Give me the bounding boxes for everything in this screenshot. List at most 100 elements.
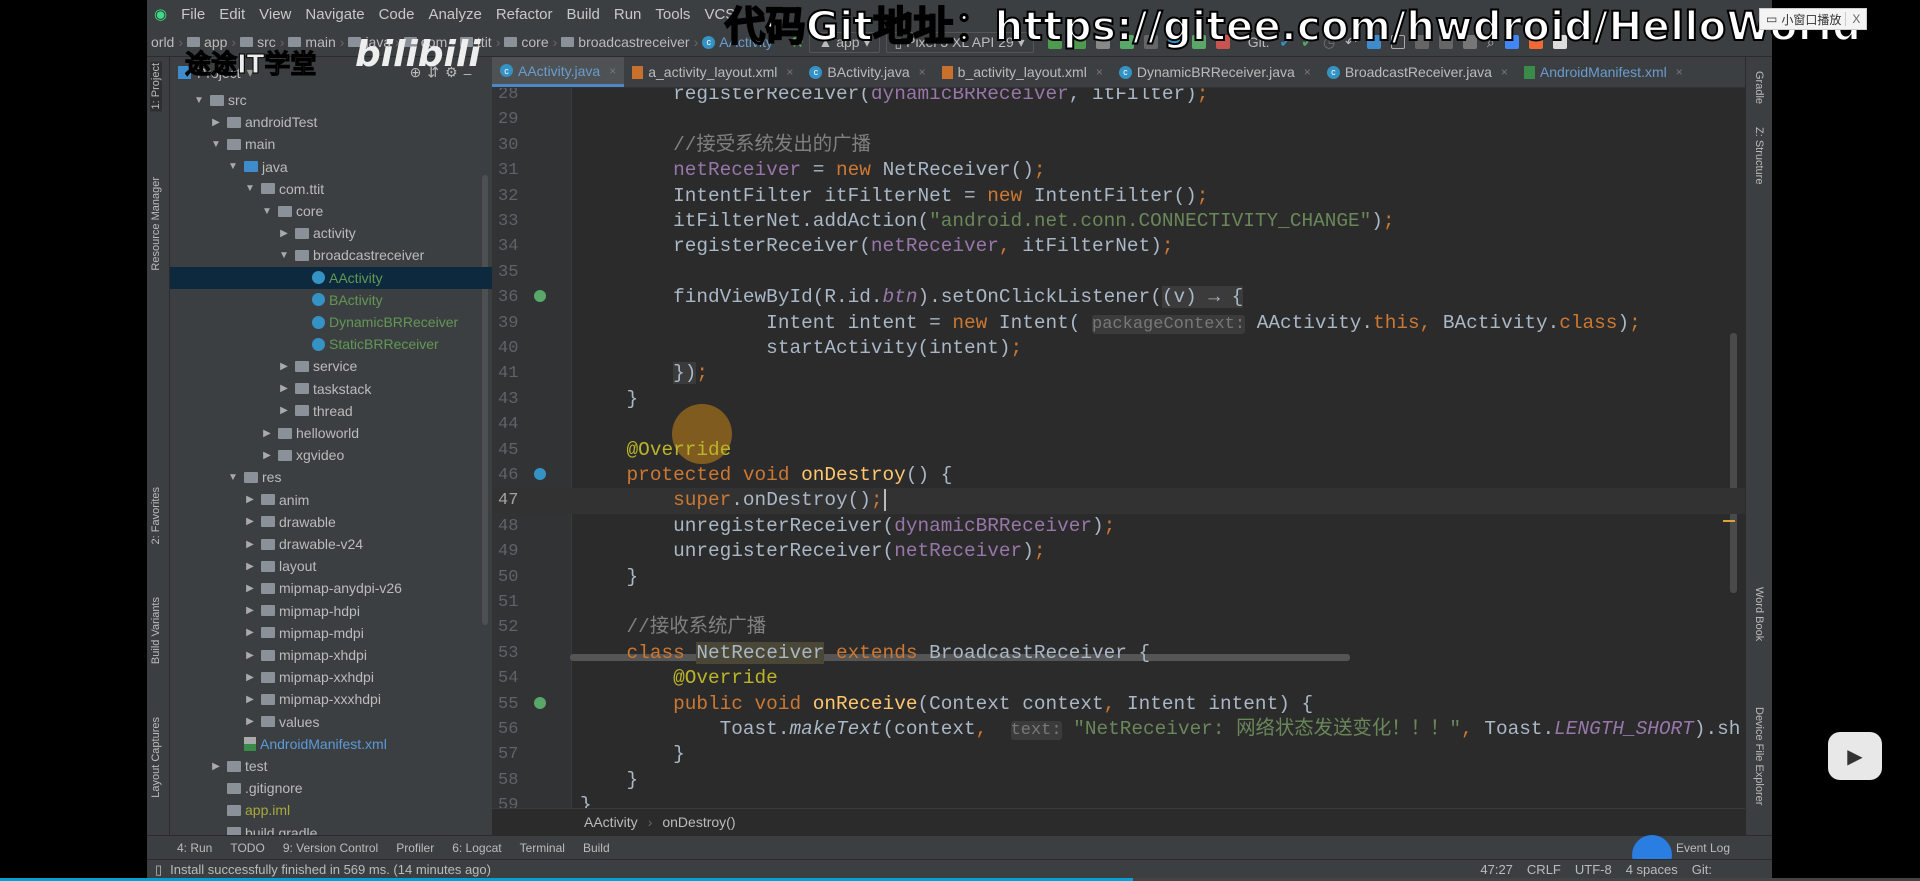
collapsed-arrow-icon[interactable]: ▶ [243, 583, 257, 594]
tree-item[interactable]: ▶ helloworld [170, 422, 492, 444]
code-line[interactable]: 55 public void onReceive(Context context… [492, 692, 1745, 717]
tool-window-build[interactable]: Build [583, 841, 610, 855]
close-tab-icon[interactable]: × [919, 65, 926, 79]
collapsed-arrow-icon[interactable]: ▶ [243, 627, 257, 638]
tool-structure[interactable]: Z: Structure [1753, 127, 1765, 184]
close-tab-icon[interactable]: × [786, 65, 793, 79]
line-separator[interactable]: CRLF [1527, 862, 1561, 877]
tree-item[interactable]: ▼ src [170, 89, 492, 111]
expanded-arrow-icon[interactable]: ▼ [226, 472, 240, 483]
collapsed-arrow-icon[interactable]: ▶ [243, 605, 257, 616]
tree-item[interactable]: ▶ activity [170, 222, 492, 244]
implement-method-icon[interactable] [534, 290, 546, 303]
close-tab-icon[interactable]: × [1096, 65, 1103, 79]
code-line[interactable]: 49 unregisterReceiver(netReceiver); [492, 539, 1745, 564]
code-line[interactable]: 32 IntentFilter itFilterNet = new Intent… [492, 184, 1745, 209]
code-line[interactable]: 47 super.onDestroy(); [492, 488, 1745, 514]
code-line[interactable]: 54 @Override [492, 666, 1745, 691]
tree-item[interactable]: ▶ values [170, 711, 492, 733]
tab-dynamicbrreceiver-java[interactable]: c DynamicBRReceiver.java × [1111, 57, 1319, 87]
expanded-arrow-icon[interactable]: ▼ [209, 139, 223, 150]
code-line[interactable]: 52 //接收系统广播 [492, 615, 1745, 640]
collapsed-arrow-icon[interactable]: ▶ [243, 561, 257, 572]
caret-position[interactable]: 47:27 [1480, 862, 1513, 877]
menu-code[interactable]: Code [372, 6, 422, 23]
collapsed-arrow-icon[interactable]: ▶ [243, 494, 257, 505]
close-tab-icon[interactable]: × [1676, 65, 1683, 79]
code-line[interactable]: 50 } [492, 565, 1745, 590]
menu-navigate[interactable]: Navigate [298, 6, 371, 23]
tree-item[interactable]: ▶ test [170, 755, 492, 777]
menu-refactor[interactable]: Refactor [489, 6, 560, 23]
tree-item[interactable]: ▶ mipmap-xhdpi [170, 644, 492, 666]
breadcrumb-class[interactable]: AActivity [584, 814, 638, 830]
nav-crumb[interactable]: core [500, 34, 552, 50]
tree-item[interactable]: ▼ core [170, 200, 492, 222]
tree-item[interactable]: ▼ res [170, 466, 492, 488]
code-line[interactable]: 58 } [492, 768, 1745, 793]
collapsed-arrow-icon[interactable]: ▶ [243, 516, 257, 527]
tree-item[interactable]: ▶ mipmap-mdpi [170, 622, 492, 644]
breadcrumb-method[interactable]: onDestroy() [662, 814, 735, 830]
tree-item[interactable]: AndroidManifest.xml [170, 733, 492, 755]
expanded-arrow-icon[interactable]: ▼ [243, 183, 257, 194]
tool-project[interactable]: 1: Project [150, 61, 162, 112]
collapsed-arrow-icon[interactable]: ▶ [277, 228, 291, 239]
expanded-arrow-icon[interactable]: ▼ [260, 206, 274, 217]
menu-file[interactable]: File [174, 6, 212, 23]
tree-item[interactable]: ▶ xgvideo [170, 444, 492, 466]
tab-broadcastreceiver-java[interactable]: c BroadcastReceiver.java × [1319, 57, 1516, 87]
code-line[interactable]: 30 //接受系统发出的广播 [492, 133, 1745, 158]
code-line[interactable]: 34 registerReceiver(netReceiver, itFilte… [492, 234, 1745, 259]
code-line[interactable]: 44 [492, 412, 1745, 437]
collapsed-arrow-icon[interactable]: ▶ [243, 694, 257, 705]
file-encoding[interactable]: UTF-8 [1575, 862, 1612, 877]
indent-setting[interactable]: 4 spaces [1626, 862, 1678, 877]
tree-item[interactable]: .gitignore [170, 777, 492, 799]
tool-favorites[interactable]: 2: Favorites [150, 487, 162, 544]
tree-item[interactable]: ▼ broadcastreceiver [170, 244, 492, 266]
code-line[interactable]: 33 itFilterNet.addAction("android.net.co… [492, 209, 1745, 234]
collapsed-arrow-icon[interactable]: ▶ [243, 672, 257, 683]
expanded-arrow-icon[interactable]: ▼ [192, 95, 206, 106]
tool-window-profiler[interactable]: Profiler [396, 841, 434, 855]
tree-item[interactable]: ▼ main [170, 133, 492, 155]
code-line[interactable]: 31 netReceiver = new NetReceiver(); [492, 158, 1745, 183]
code-line[interactable]: 41 }); [492, 361, 1745, 386]
expanded-arrow-icon[interactable]: ▼ [277, 250, 291, 261]
collapsed-arrow-icon[interactable]: ▶ [243, 539, 257, 550]
tree-item[interactable]: ▶ taskstack [170, 378, 492, 400]
tool-layout-captures[interactable]: Layout Captures [150, 717, 162, 798]
tree-item[interactable]: ▶ mipmap-hdpi [170, 600, 492, 622]
tab-b-activity-layout-xml[interactable]: b_activity_layout.xml × [934, 57, 1111, 87]
tree-item[interactable]: ▶ mipmap-xxxhdpi [170, 688, 492, 710]
git-branch[interactable]: Git: [1692, 862, 1712, 877]
close-tab-icon[interactable]: × [1501, 65, 1508, 79]
menu-tools[interactable]: Tools [648, 6, 697, 23]
tree-item[interactable]: StaticBRReceiver [170, 333, 492, 355]
tree-item[interactable]: ▶ drawable [170, 511, 492, 533]
menu-view[interactable]: View [252, 6, 298, 23]
tree-item[interactable]: AActivity [170, 266, 492, 289]
tool-word-book[interactable]: Word Book [1753, 587, 1765, 641]
tool-window-todo[interactable]: TODO [230, 841, 264, 855]
tree-item[interactable]: ▼ java [170, 156, 492, 178]
close-mini-button[interactable]: X [1845, 12, 1860, 26]
code-line[interactable]: 59} [492, 793, 1745, 808]
code-line[interactable]: 48 unregisterReceiver(dynamicBRReceiver)… [492, 514, 1745, 539]
tool-window-terminal[interactable]: Terminal [520, 841, 565, 855]
implement-method-icon[interactable] [534, 696, 546, 709]
code-line[interactable]: 36 findViewById(R.id.btn).setOnClickList… [492, 285, 1745, 310]
tree-item[interactable]: ▶ mipmap-xxhdpi [170, 666, 492, 688]
nav-crumb[interactable]: broadcastreceiver [557, 34, 693, 50]
tree-item[interactable]: ▶ service [170, 355, 492, 377]
code-editor[interactable]: 28 registerReceiver(dynamicBRReceiver, i… [492, 88, 1745, 808]
collapsed-arrow-icon[interactable]: ▶ [260, 428, 274, 439]
tree-item[interactable]: ▶ drawable-v24 [170, 533, 492, 555]
tab-aactivity-java[interactable]: c AActivity.java × [492, 57, 625, 87]
close-tab-icon[interactable]: × [1304, 65, 1311, 79]
collapsed-arrow-icon[interactable]: ▶ [243, 650, 257, 661]
tree-item[interactable]: ▶ androidTest [170, 111, 492, 133]
code-line[interactable]: 56 Toast.makeText(context, text: "NetRec… [492, 717, 1745, 742]
code-line[interactable]: 43 } [492, 387, 1745, 412]
